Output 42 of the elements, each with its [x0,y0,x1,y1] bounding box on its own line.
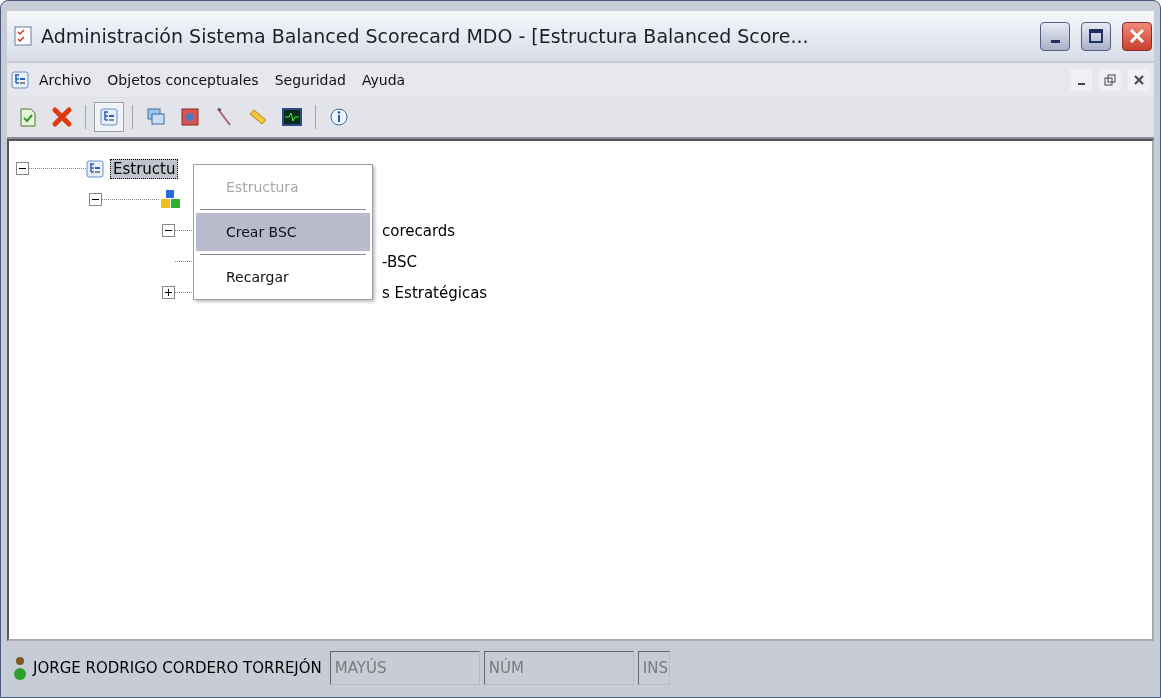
menu-item[interactable]: Archivo [33,70,98,90]
monitor-wave-icon[interactable] [281,106,303,128]
status-indicator: NÚM [483,651,634,685]
minimize-icon [1077,83,1085,85]
maximize-button[interactable] [1081,21,1111,51]
maximize-icon [1088,28,1104,44]
close-icon [1134,75,1144,85]
document-check-icon[interactable] [18,106,38,128]
menu-item[interactable]: Seguridad [268,70,352,90]
user-name: JORGE RODRIGO CORDERO TORREJÓN [33,659,322,677]
close-icon [1129,28,1145,44]
tree-item[interactable]: -BSC [380,252,419,271]
checklist-icon [13,26,33,46]
tree-item[interactable]: corecards [380,221,458,240]
expand-icon[interactable] [162,286,175,299]
restore-button[interactable] [1099,69,1121,91]
menu-item[interactable]: Objetos conceptuales [101,70,265,90]
status-indicator: MAYÚS [329,651,480,685]
status-indicator: INS [637,651,670,685]
close-button[interactable] [1128,69,1150,91]
menu-item[interactable]: Recargar [196,258,370,296]
minimize-button[interactable] [1040,21,1070,51]
info-icon[interactable] [329,107,349,127]
close-button[interactable] [1122,21,1152,51]
tree-item[interactable]: s Estratégicas [380,283,490,302]
delete-icon[interactable] [51,106,73,128]
restore-icon [1104,74,1116,86]
user-icon [13,655,27,681]
collapse-icon[interactable] [16,162,29,175]
windows-icon[interactable] [146,107,166,127]
cubes-icon [159,188,181,211]
collapse-icon[interactable] [162,224,175,237]
menu-item[interactable]: Ayuda [355,70,412,90]
minimize-icon [1050,39,1060,43]
window-title: Administración Sistema Balanced Scorecard MDO - [Estructura Balanced Score... [41,25,810,47]
pen-icon[interactable] [214,106,234,128]
tree-view-icon [100,108,118,126]
tree-item[interactable]: Estructu [110,158,179,179]
menu-item[interactable]: Crear BSC [196,213,370,251]
collapse-icon[interactable] [89,193,102,206]
minimize-button[interactable] [1070,69,1092,91]
document-tree-icon [11,71,29,89]
